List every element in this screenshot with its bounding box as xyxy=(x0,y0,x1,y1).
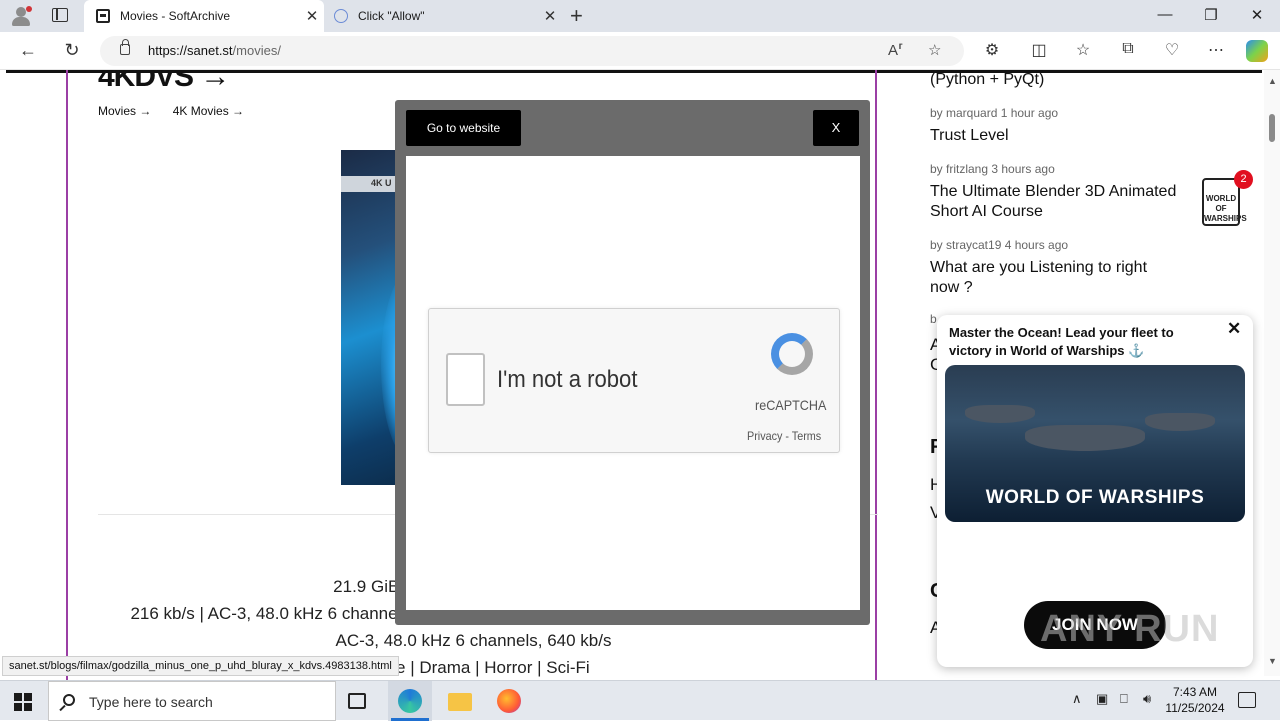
restore-button[interactable]: ❐ xyxy=(1188,6,1234,24)
tray-device-icon[interactable]: ▣ xyxy=(1096,691,1108,707)
clock[interactable]: 7:43 AM 11/25/2024 xyxy=(1160,684,1230,716)
media-info-line: AC-3, 48.0 kHz 6 channels, 640 kb/s xyxy=(335,631,612,650)
post-title[interactable]: Trust Level xyxy=(930,126,1190,146)
recaptcha-privacy-terms[interactable]: Privacy - Terms xyxy=(747,429,821,443)
tab-title: Movies - SoftArchive xyxy=(120,9,231,23)
recaptcha-brand: reCAPTCHA xyxy=(755,397,827,413)
edge-taskbar-icon[interactable] xyxy=(398,689,422,713)
file-explorer-icon[interactable] xyxy=(448,693,472,711)
browser-essentials-icon[interactable]: ♡ xyxy=(1160,40,1184,60)
globe-favicon-icon xyxy=(334,9,348,23)
category-title[interactable]: 4KDVS → xyxy=(98,70,230,94)
clock-date: 11/25/2024 xyxy=(1165,701,1225,715)
copilot-icon[interactable] xyxy=(1246,40,1268,62)
new-tab-button[interactable]: + xyxy=(570,3,583,29)
go-to-website-button[interactable]: Go to website xyxy=(406,110,521,146)
back-button[interactable]: ← xyxy=(16,40,40,61)
sidebar-post-fragment: (Python + PyQt) xyxy=(930,71,1045,88)
anyrun-watermark: ANY RUN xyxy=(1040,608,1220,650)
post-title[interactable]: The Ultimate Blender 3D Animated Short A… xyxy=(930,182,1190,222)
link-status-bar: sanet.st/blogs/filmax/godzilla_minus_one… xyxy=(2,656,399,676)
tab-movies-softarchive[interactable]: Movies - SoftArchive ✕ xyxy=(84,0,324,32)
firefox-icon[interactable] xyxy=(497,689,521,713)
favorite-star-icon[interactable]: ☆ xyxy=(928,41,941,59)
tab-bar: Movies - SoftArchive ✕ Click "Allow" ✕ +… xyxy=(0,0,1280,32)
scroll-thumb[interactable] xyxy=(1269,114,1275,142)
recaptcha-widget: I'm not a robot reCAPTCHA Privacy - Term… xyxy=(428,308,840,453)
post-meta: by fritzlang 3 hours ago xyxy=(930,162,1055,176)
close-window-button[interactable]: ✕ xyxy=(1234,6,1280,24)
task-view-icon[interactable] xyxy=(348,693,366,709)
taskbar: Type here to search ∧ ▣ ⎕ 🔊︎ 7:43 AM 11/… xyxy=(0,680,1280,721)
tab-actions-icon[interactable] xyxy=(52,8,68,22)
post-title[interactable]: What are you Listening to right now ? xyxy=(930,258,1170,298)
windows-start-icon[interactable] xyxy=(14,693,32,711)
network-icon[interactable]: ⎕ xyxy=(1120,691,1128,707)
ad-image[interactable]: WORLD OF WARSHIPS xyxy=(945,365,1245,522)
minimize-button[interactable]: — xyxy=(1142,6,1188,23)
recaptcha-logo-icon xyxy=(769,331,815,383)
ad-headline[interactable]: Master the Ocean! Lead your fleet to vic… xyxy=(949,324,1214,360)
search-placeholder: Type here to search xyxy=(89,694,213,710)
url-text: https://sanet.st/movies/ xyxy=(148,43,281,58)
lock-icon[interactable] xyxy=(120,39,130,55)
more-options-icon[interactable]: ⋯ xyxy=(1204,40,1228,60)
clock-time: 7:43 AM xyxy=(1172,685,1218,699)
tab-click-allow[interactable]: Click "Allow" ✕ xyxy=(326,0,562,32)
favorites-icon[interactable]: ☆ xyxy=(1071,40,1095,60)
recaptcha-checkbox[interactable] xyxy=(446,353,485,406)
post-meta: by marquard 1 hour ago xyxy=(930,106,1059,120)
page-scrollbar[interactable]: ▲ ▼ xyxy=(1264,70,1280,676)
close-tab-icon[interactable]: ✕ xyxy=(538,7,562,25)
scroll-up-icon[interactable]: ▲ xyxy=(1268,76,1277,86)
softarchive-favicon-icon xyxy=(96,9,110,23)
split-screen-icon[interactable]: ◫ xyxy=(1027,40,1051,60)
close-tab-icon[interactable]: ✕ xyxy=(300,7,324,25)
captcha-overlay: Go to website X I'm not a robot reCAPTCH… xyxy=(395,100,870,625)
scroll-down-icon[interactable]: ▼ xyxy=(1268,656,1277,666)
sidebar-post: by marquard 1 hour ago Trust Level xyxy=(930,106,1190,146)
taskbar-search-box[interactable]: Type here to search xyxy=(48,681,336,721)
captcha-frame: I'm not a robot reCAPTCHA Privacy - Term… xyxy=(406,156,860,610)
crumb-movies[interactable]: Movies → xyxy=(98,104,151,118)
warships-logo: WORLD OF WARSHIPS xyxy=(1202,178,1247,226)
volume-icon[interactable]: 🔊︎ xyxy=(1143,691,1151,707)
ad-image-brand: WORLD OF WARSHIPS xyxy=(985,487,1205,508)
address-bar[interactable]: https://sanet.st/movies/ A⸢ ☆ xyxy=(100,36,964,66)
read-aloud-icon[interactable]: A⸢ xyxy=(888,41,904,59)
ad-close-icon[interactable]: ✕ xyxy=(1227,319,1241,339)
overlay-close-button[interactable]: X xyxy=(813,110,859,146)
navigation-bar: ← ↻ https://sanet.st/movies/ A⸢ ☆ ⚙ ◫ ☆ … xyxy=(0,32,1280,70)
tray-chevron-icon[interactable]: ∧ xyxy=(1072,691,1082,707)
notifications-icon[interactable] xyxy=(1238,692,1256,708)
refresh-button[interactable]: ↻ xyxy=(60,40,84,61)
warships-notification[interactable]: WORLD OF WARSHIPS 2 xyxy=(1200,170,1253,228)
post-meta: by straycat19 4 hours ago xyxy=(930,238,1069,252)
profile-icon[interactable] xyxy=(10,6,32,26)
sidebar-post: by fritzlang 3 hours ago The Ultimate Bl… xyxy=(930,162,1190,222)
poster-band-text: 4K U xyxy=(371,178,392,188)
recaptcha-label: I'm not a robot xyxy=(497,366,638,393)
tab-title: Click "Allow" xyxy=(358,9,425,23)
crumb-4k-movies[interactable]: 4K Movies → xyxy=(173,104,244,118)
collections-icon[interactable]: ⧉ xyxy=(1116,40,1140,58)
breadcrumb: Movies → 4K Movies → xyxy=(98,104,262,118)
sidebar-fragment: b xyxy=(930,312,937,326)
sidebar-post: by straycat19 4 hours ago What are you L… xyxy=(930,238,1170,298)
search-icon xyxy=(63,694,75,706)
extensions-icon[interactable]: ⚙ xyxy=(980,40,1004,60)
notification-count-badge: 2 xyxy=(1234,170,1253,189)
